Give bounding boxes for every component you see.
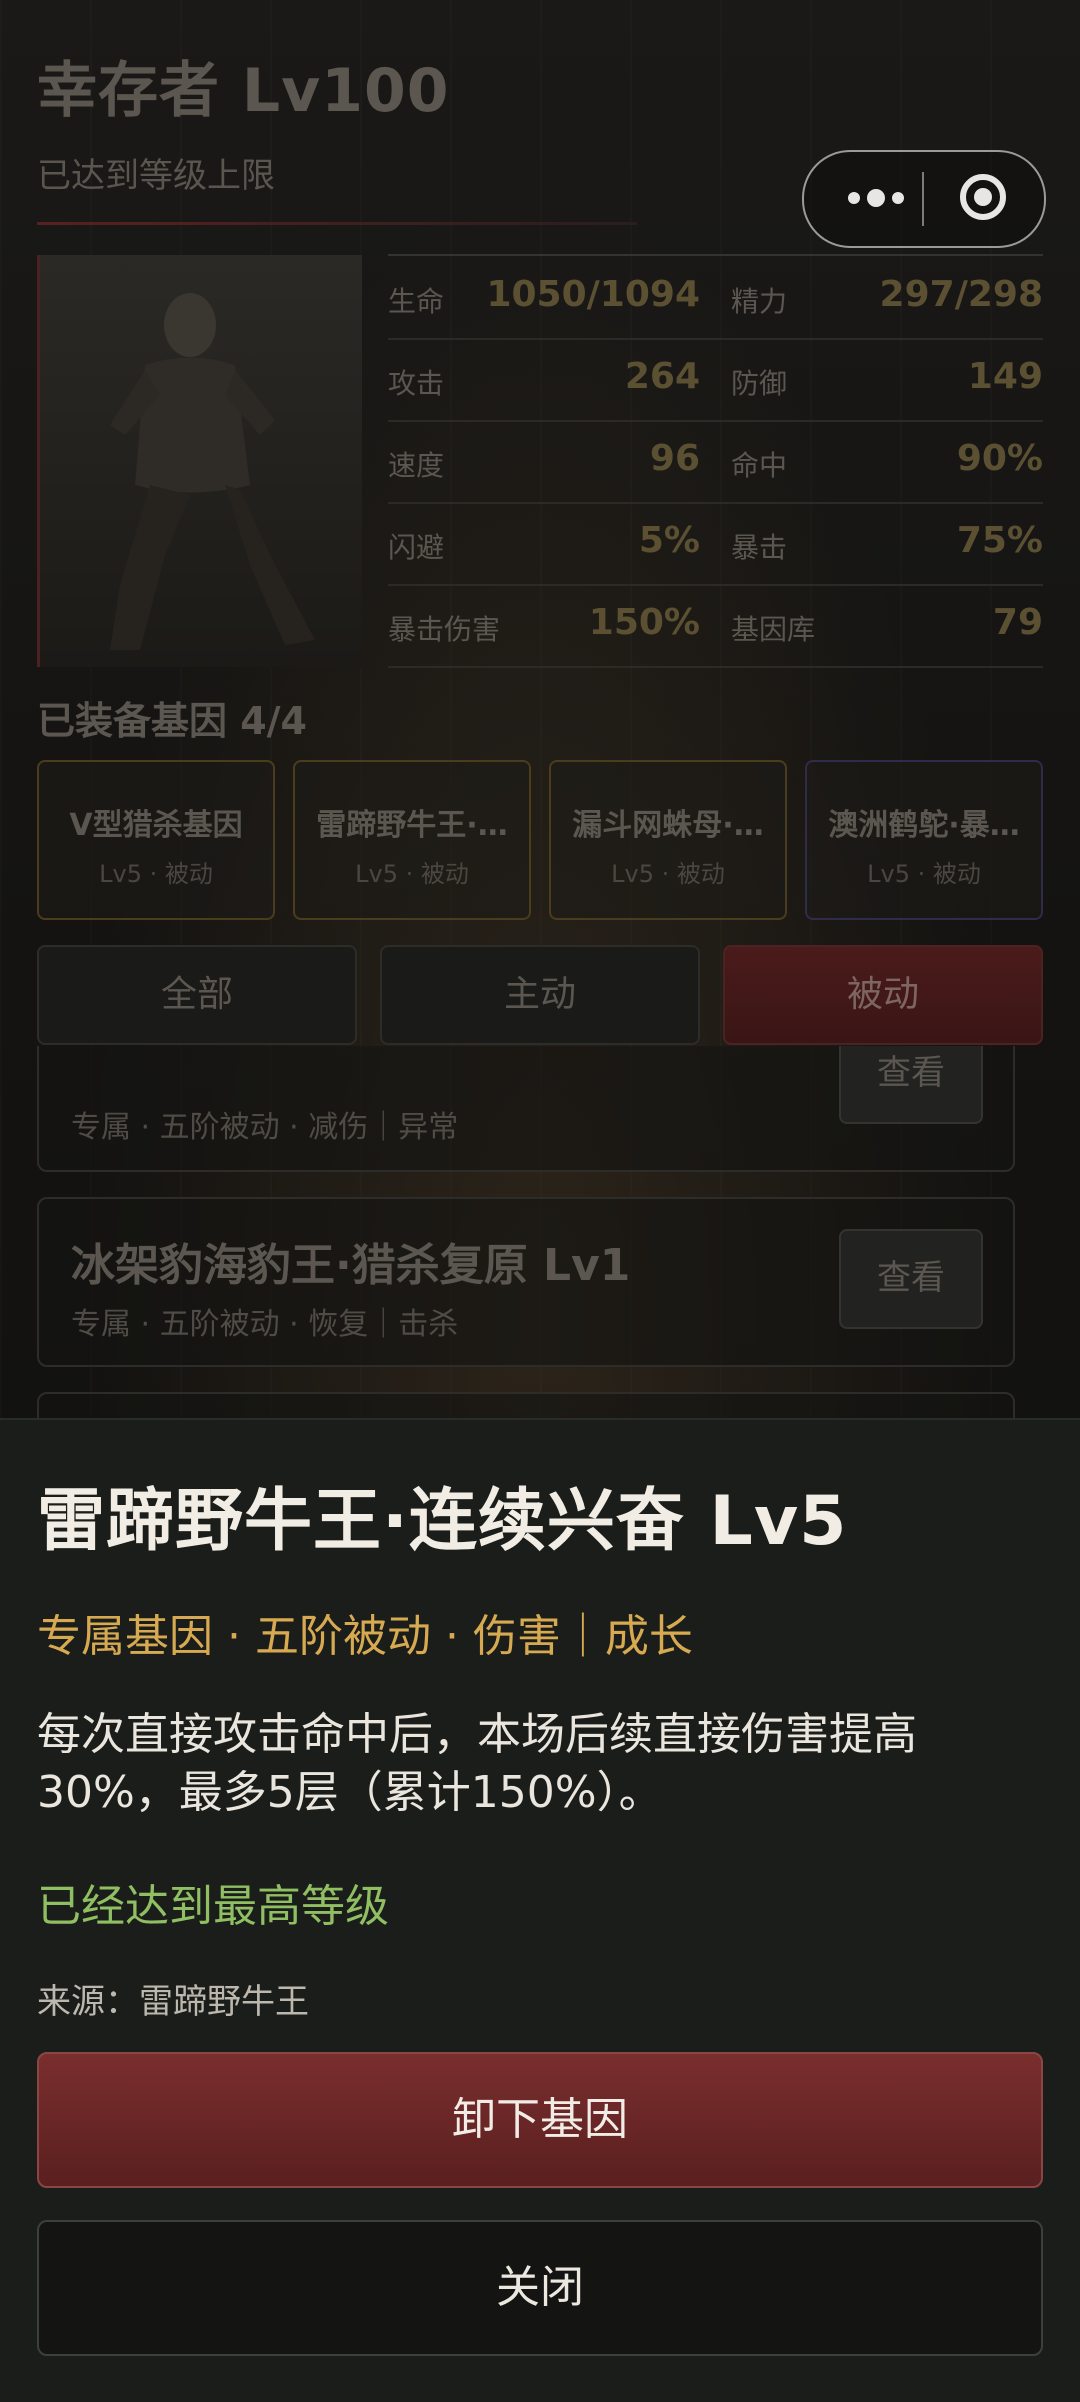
gene-name: 澳洲鹤鸵·暴…	[828, 808, 1020, 843]
stat-row: 攻击 264 防御 149	[388, 338, 1043, 422]
list-item[interactable]: 冰架豹海豹王·猎杀复原 Lv1 专属 · 五阶被动 · 恢复｜击杀 查看	[37, 1197, 1015, 1367]
stat-row: 生命 1050/1094 精力 297/298	[388, 256, 1043, 340]
more-icon[interactable]	[834, 178, 924, 218]
stat-value-hit: 90%	[956, 438, 1043, 479]
gene-title: 冰架豹海豹王·猎杀复原 Lv1	[71, 1240, 631, 1291]
equipped-gene-slot[interactable]: V型猎杀基因 Lv5 · 被动	[37, 760, 275, 920]
gene-name: 漏斗网蛛母·…	[572, 808, 764, 843]
tab-active[interactable]: 主动	[380, 945, 700, 1045]
stat-label-gene-pool: 基因库	[731, 613, 816, 646]
tab-passive[interactable]: 被动	[723, 945, 1043, 1045]
gene-level: Lv5 · 被动	[867, 860, 981, 888]
stat-label-energy: 精力	[731, 285, 788, 318]
stat-value-crit: 75%	[956, 520, 1043, 561]
gene-name: V型猎杀基因	[69, 808, 243, 843]
stat-row: 暴击伤害 150% 基因库 79	[388, 584, 1043, 668]
divider	[37, 222, 637, 225]
stat-row: 速度 96 命中 90%	[388, 420, 1043, 504]
unload-gene-button[interactable]: 卸下基因	[37, 2052, 1043, 2188]
gene-detail-tags: 专属基因 · 五阶被动 · 伤害｜成长	[37, 1611, 693, 1662]
stat-row: 闪避 5% 暴击 75%	[388, 502, 1043, 586]
stat-label-hit: 命中	[731, 449, 788, 482]
stat-value-crit-damage: 150%	[588, 602, 700, 643]
stat-label-defense: 防御	[731, 367, 788, 400]
equipped-genes-title: 已装备基因 4/4	[37, 699, 307, 743]
stat-label-speed: 速度	[388, 449, 445, 482]
stat-value-defense: 149	[967, 356, 1043, 397]
equipped-gene-slot[interactable]: 澳洲鹤鸵·暴… Lv5 · 被动	[805, 760, 1043, 920]
gene-tags: 专属 · 五阶被动 · 减伤｜异常	[71, 1110, 459, 1145]
stat-label-hp: 生命	[388, 285, 445, 318]
stat-value-attack: 264	[624, 356, 700, 397]
stat-value-gene-pool: 79	[992, 602, 1043, 643]
gene-source: 来源：雷蹄野牛王	[37, 1982, 309, 2022]
character-portrait	[37, 255, 362, 667]
stat-label-dodge: 闪避	[388, 531, 445, 564]
stat-value-hp: 1050/1094	[486, 274, 700, 315]
stat-value-dodge: 5%	[638, 520, 700, 561]
page-title: 幸存者 Lv100	[37, 56, 450, 126]
survivor-figure	[110, 293, 315, 650]
view-button[interactable]: 查看	[839, 1229, 983, 1329]
level-status: 已达到等级上限	[37, 156, 275, 196]
gene-detail-title: 雷蹄野牛王·连续兴奋 Lv5	[37, 1482, 848, 1561]
gene-name: 雷蹄野牛王·…	[316, 808, 508, 843]
stat-label-attack: 攻击	[388, 367, 445, 400]
equipped-gene-slot[interactable]: 漏斗网蛛母·… Lv5 · 被动	[549, 760, 787, 920]
equipped-gene-slot[interactable]: 雷蹄野牛王·… Lv5 · 被动	[293, 760, 531, 920]
capsule-divider	[922, 172, 924, 226]
tab-all[interactable]: 全部	[37, 945, 357, 1045]
gene-level: Lv5 · 被动	[355, 860, 469, 888]
stat-value-energy: 297/298	[879, 274, 1043, 315]
stat-label-crit: 暴击	[731, 531, 788, 564]
stat-value-speed: 96	[649, 438, 700, 479]
gene-tags: 专属 · 五阶被动 · 恢复｜击杀	[71, 1307, 459, 1342]
close-miniprogram-icon[interactable]	[960, 174, 1006, 220]
close-button[interactable]: 关闭	[37, 2220, 1043, 2356]
max-level-notice: 已经达到最高等级	[37, 1881, 389, 1932]
gene-level: Lv5 · 被动	[99, 860, 213, 888]
gene-detail-description: 每次直接攻击命中后，本场后续直接伤害提高30%，最多5层（累计150%）。	[37, 1709, 917, 1818]
miniprogram-capsule	[802, 150, 1046, 248]
gene-level: Lv5 · 被动	[611, 860, 725, 888]
